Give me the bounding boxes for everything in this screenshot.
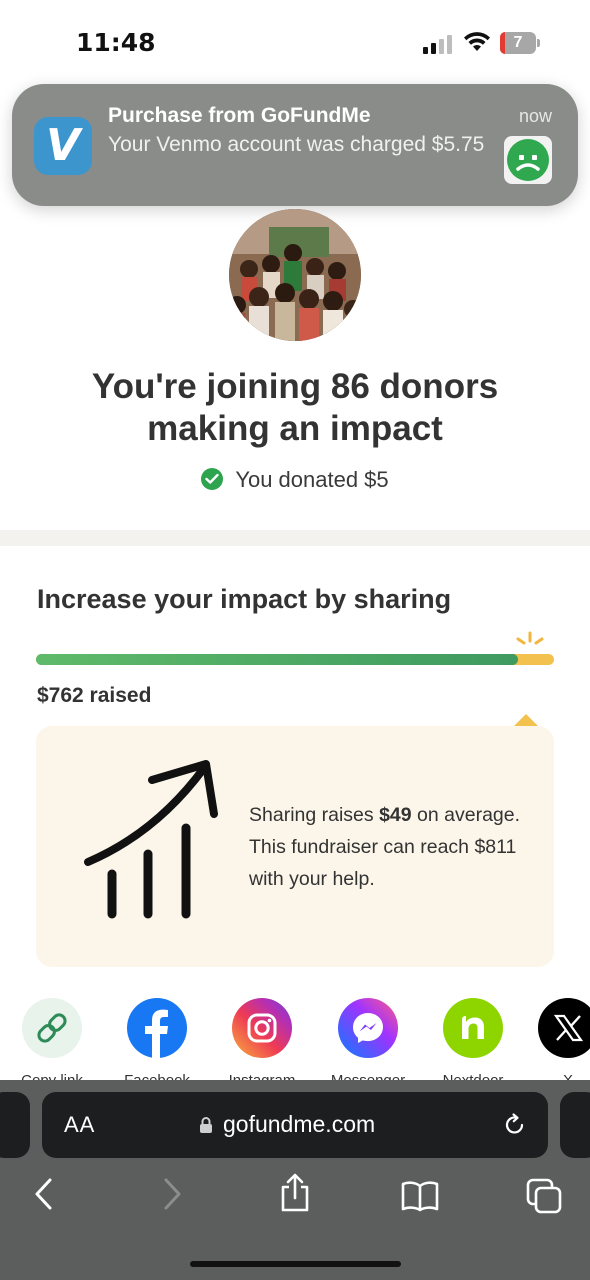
progress-bar-fill bbox=[36, 654, 518, 665]
text-size-button[interactable]: AA bbox=[64, 1112, 95, 1138]
section-divider bbox=[0, 530, 590, 546]
reload-icon[interactable] bbox=[502, 1112, 528, 1138]
home-indicator[interactable] bbox=[190, 1261, 401, 1267]
fundraiser-photo bbox=[229, 209, 361, 341]
share-icon[interactable] bbox=[278, 1172, 312, 1214]
share-section-title: Increase your impact by sharing bbox=[37, 584, 452, 614]
previous-tab-preview[interactable] bbox=[0, 1092, 30, 1158]
instagram-icon bbox=[247, 1013, 277, 1043]
share-label-instagram: Instagram bbox=[212, 1072, 312, 1080]
donation-headline: You're joining 86 donors making an impac… bbox=[91, 367, 499, 448]
donated-amount-text: You donated $5 bbox=[235, 467, 389, 492]
sharing-info-text: Sharing raises $49 on average. This fund… bbox=[249, 799, 529, 895]
cellular-signal-icon bbox=[423, 34, 453, 54]
lock-icon bbox=[200, 1117, 212, 1133]
nextdoor-share-button[interactable] bbox=[443, 998, 503, 1058]
share-label-copy-link: Copy link bbox=[2, 1072, 102, 1080]
wifi-icon bbox=[464, 32, 490, 51]
link-icon bbox=[37, 1013, 67, 1043]
copy-link-button[interactable] bbox=[22, 998, 82, 1058]
progress-pointer bbox=[514, 714, 538, 726]
messenger-share-button[interactable] bbox=[338, 998, 398, 1058]
notification-body: Your Venmo account was charged $5.75 bbox=[108, 133, 485, 156]
check-circle-icon bbox=[201, 468, 224, 490]
text-size-label: AA bbox=[64, 1112, 96, 1137]
battery-icon: 7 bbox=[500, 32, 540, 54]
x-share-button[interactable] bbox=[538, 998, 590, 1058]
share-label-nextdoor: Nextdoor bbox=[423, 1072, 523, 1080]
facebook-icon bbox=[145, 1009, 168, 1058]
amount-raised: $762 raised bbox=[37, 684, 152, 707]
instagram-share-button[interactable] bbox=[232, 998, 292, 1058]
average-share-amount: $49 bbox=[379, 804, 412, 826]
messenger-icon bbox=[353, 1013, 383, 1043]
share-label-messenger: Messenger bbox=[318, 1072, 418, 1080]
venmo-notification-banner[interactable]: V Purchase from GoFundMe Your Venmo acco… bbox=[12, 84, 578, 206]
address-bar[interactable]: AA gofundme.com bbox=[42, 1092, 548, 1158]
url-text: gofundme.com bbox=[223, 1111, 376, 1137]
share-label-x: X bbox=[518, 1072, 590, 1080]
facebook-share-button[interactable] bbox=[127, 998, 187, 1058]
battery-level: 7 bbox=[513, 34, 523, 51]
donation-confirmation: You donated $5 bbox=[0, 467, 590, 493]
browser-toolbar: AA gofundme.com bbox=[0, 1080, 590, 1280]
bookmarks-icon[interactable] bbox=[400, 1180, 440, 1212]
status-bar: 11:48 7 bbox=[0, 0, 590, 80]
share-label-facebook: Facebook bbox=[107, 1072, 207, 1080]
notification-title: Purchase from GoFundMe bbox=[108, 104, 371, 127]
forward-icon[interactable] bbox=[158, 1176, 186, 1212]
sharing-info-card: Sharing raises $49 on average. This fund… bbox=[36, 726, 554, 967]
nextdoor-icon bbox=[462, 1016, 484, 1039]
growth-chart-icon bbox=[84, 760, 218, 919]
notification-time: now bbox=[518, 106, 552, 126]
x-icon bbox=[553, 1014, 584, 1042]
sparkle-icon bbox=[516, 631, 544, 645]
next-tab-preview[interactable] bbox=[560, 1092, 590, 1158]
back-icon[interactable] bbox=[30, 1176, 58, 1212]
info-text-prefix: Sharing raises bbox=[249, 804, 380, 826]
tabs-icon[interactable] bbox=[526, 1178, 564, 1214]
gofundme-thumbnail-icon bbox=[504, 136, 552, 184]
share-options-row: Copy link Facebook Instagram Messenger N… bbox=[0, 998, 590, 1080]
status-time: 11:48 bbox=[76, 28, 156, 57]
venmo-app-icon: V bbox=[34, 117, 92, 175]
fundraiser-progress-bar bbox=[36, 654, 554, 665]
